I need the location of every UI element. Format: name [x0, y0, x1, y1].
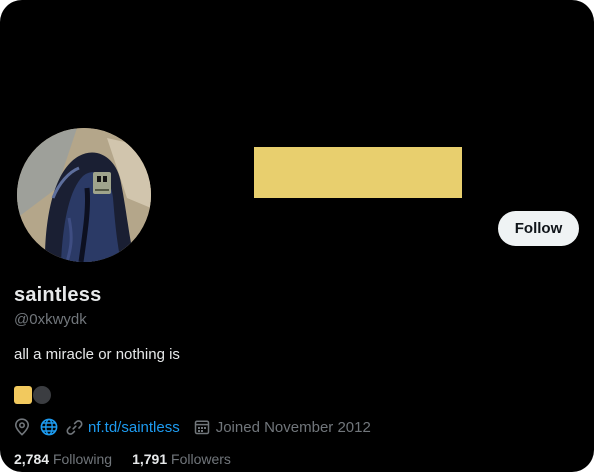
follow-button[interactable]: Follow [498, 211, 579, 246]
following-stat[interactable]: 2,784 Following [14, 451, 112, 467]
calendar-icon [194, 419, 210, 435]
joined-date: Joined November 2012 [215, 418, 371, 436]
avatar[interactable] [17, 128, 151, 262]
followers-stat[interactable]: 1,791 Followers [132, 451, 231, 467]
user-handle: @0xkwydk [14, 311, 87, 328]
banner-redaction-block [254, 147, 462, 198]
website-link[interactable]: nf.td/saintless [88, 419, 180, 436]
followers-label: Followers [171, 451, 231, 467]
bio-text: all a miracle or nothing is [14, 346, 180, 363]
display-name: saintless [14, 284, 102, 306]
profile-card: Follow saintless @0xkwydk all a miracle … [0, 0, 594, 472]
avatar-artwork [17, 128, 151, 262]
following-label: Following [52, 451, 113, 467]
follow-stats: 2,784 Following 1,791 Followers [14, 451, 231, 467]
profile-meta-row: nf.td/saintless Joined November 2012 [14, 417, 371, 437]
location-pin-icon [14, 418, 30, 436]
link-icon [66, 419, 83, 436]
globe-icon [40, 418, 58, 436]
dark-circle-badge [33, 386, 51, 404]
followers-count: 1,791 [132, 451, 168, 467]
following-count: 2,784 [14, 451, 50, 467]
yellow-square-badge [14, 386, 32, 404]
